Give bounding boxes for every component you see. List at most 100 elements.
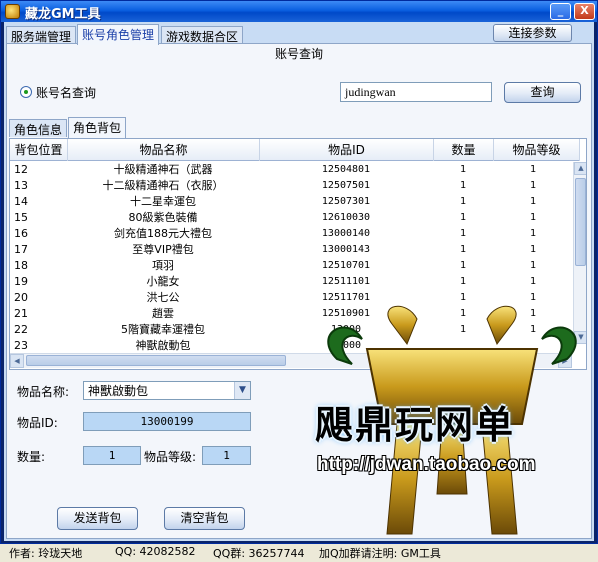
cell-bag-position: 12 [14, 163, 28, 176]
table-row[interactable]: 21 趙雲 12510901 1 1 [10, 306, 572, 322]
scroll-left-icon[interactable]: ◀ [10, 354, 24, 368]
cell-item-level: 1 [529, 164, 537, 175]
cell-bag-position: 15 [14, 211, 28, 224]
scroll-up-icon[interactable]: ▲ [574, 162, 586, 175]
cell-item-level [494, 338, 572, 354]
account-role-panel: 账号查询 账号名查询 judingwan 查询 角色信息 角色背包 背包位置 物… [6, 43, 592, 560]
cell-item-name: 十二級精通神石（衣服） [102, 179, 224, 192]
cell-item-name: 十二星幸運包 [130, 195, 196, 208]
header-item-level[interactable]: 物品等级 [494, 139, 580, 161]
table-row[interactable]: 19 小龍女 12511101 1 1 [10, 274, 572, 290]
cell-item-name: 小龍女 [146, 275, 180, 288]
minimize-button[interactable]: _ [550, 3, 571, 20]
quantity-field[interactable]: 1 [83, 446, 141, 465]
horizontal-scrollbar[interactable]: ◀ ▶ [10, 353, 572, 368]
item-name-label: 物品名称: [17, 385, 70, 399]
status-note: 加Q加群请注明: GM工具 [319, 547, 441, 560]
cell-item-name: 十級精通神石（武器 [113, 163, 213, 176]
cell-bag-position: 20 [14, 291, 28, 304]
cell-bag-position: 19 [14, 275, 28, 288]
cell-item-name: 剑充值188元大禮包 [114, 227, 212, 240]
cell-item-level: 1 [529, 324, 537, 335]
cell-item-level: 1 [529, 308, 537, 319]
cell-item-level: 1 [529, 212, 537, 223]
clear-bag-button[interactable]: 清空背包 [164, 507, 245, 530]
vertical-scrollbar[interactable]: ▲ ▼ [573, 162, 586, 344]
title-bar[interactable]: 藏龙GM工具 _ X [1, 1, 597, 22]
table-body: 12 十級精通神石（武器 12504801 1 1 13 十二級精通神石（衣服） 125075… [10, 162, 572, 354]
header-bag-position[interactable]: 背包位置 [10, 139, 68, 161]
tab-account-role-management[interactable]: 账号角色管理 [77, 24, 160, 45]
table-row[interactable]: 22 5階寶藏幸運禮包 13000 1 1 [10, 322, 572, 338]
cell-bag-position: 18 [14, 259, 28, 272]
table-row[interactable]: 17 至尊VIP禮包 13000143 1 1 [10, 242, 572, 258]
cell-item-name: 5階寶藏幸運禮包 [121, 323, 205, 336]
account-query-title: 账号查询 [275, 47, 324, 61]
cell-item-level: 1 [529, 196, 537, 207]
bag-table[interactable]: 背包位置 物品名称 物品ID 数量 物品等级 12 十級精通神石（武器 125048… [9, 138, 587, 370]
cell-item-id: 12511101 [321, 276, 371, 287]
item-id-label: 物品ID: [17, 416, 58, 430]
item-level-field[interactable]: 1 [202, 446, 251, 465]
app-window: 藏龙GM工具 _ X 服务端管理 账号角色管理 游戏数据合区 连接参数 账号查询… [0, 0, 598, 560]
cell-item-level: 1 [529, 276, 537, 287]
cell-item-id: 12511701 [321, 292, 371, 303]
item-id-field[interactable]: 13000199 [83, 412, 251, 431]
cell-item-id: 13000143 [321, 244, 371, 255]
account-name-radio-label[interactable]: 账号名查询 [36, 84, 96, 101]
horizontal-scroll-thumb[interactable] [26, 355, 286, 366]
table-row[interactable]: 16 剑充值188元大禮包 13000140 1 1 [10, 226, 572, 242]
scroll-right-icon[interactable]: ▶ [558, 354, 572, 368]
window-title: 藏龙GM工具 [25, 7, 101, 22]
item-name-selected-value: 神獸啟動包 [88, 384, 149, 398]
connection-params-button[interactable]: 连接参数 [493, 24, 572, 42]
item-name-select[interactable]: 神獸啟動包 ▼ [83, 381, 251, 400]
client-area: 服务端管理 账号角色管理 游戏数据合区 连接参数 账号查询 账号名查询 judi… [4, 22, 594, 560]
header-item-id[interactable]: 物品ID [260, 139, 434, 161]
tab-role-bag[interactable]: 角色背包 [68, 117, 127, 138]
cell-item-id: 12504801 [321, 164, 371, 175]
status-author: 作者: 玲珑天地 [9, 547, 83, 560]
status-bar: 作者: 玲珑天地 QQ: 42082582 QQ群: 36257744 加Q加群… [9, 542, 595, 562]
table-row[interactable]: 20 洪七公 12511701 1 1 [10, 290, 572, 306]
table-row[interactable]: 14 十二星幸運包 12507301 1 1 [10, 194, 572, 210]
cell-quantity: 1 [459, 196, 467, 207]
cell-item-level: 1 [529, 292, 537, 303]
cell-item-id: 13000 [330, 340, 362, 351]
header-item-name[interactable]: 物品名称 [68, 139, 260, 161]
cell-item-name: 項羽 [152, 259, 174, 272]
cell-item-level: 1 [529, 228, 537, 239]
quantity-label: 数量: [17, 450, 46, 464]
cell-quantity: 1 [459, 228, 467, 239]
send-to-bag-button[interactable]: 发送背包 [57, 507, 138, 530]
table-row[interactable]: 13 十二級精通神石（衣服） 12507501 1 1 [10, 178, 572, 194]
cell-item-id: 13000140 [321, 228, 371, 239]
tab-server-management[interactable]: 服务端管理 [6, 26, 77, 44]
status-qq-group: QQ群: 36257744 [213, 547, 305, 560]
close-button[interactable]: X [574, 3, 595, 20]
cell-quantity: 1 [459, 244, 467, 255]
account-name-radio[interactable] [20, 86, 32, 98]
item-level-label: 物品等级: [144, 450, 197, 464]
vertical-scroll-thumb[interactable] [575, 178, 586, 266]
table-row[interactable]: 12 十級精通神石（武器 12504801 1 1 [10, 162, 572, 178]
table-header: 背包位置 物品名称 物品ID 数量 物品等级 [10, 139, 580, 161]
table-row[interactable]: 15 80級紫色裝備 12610030 1 1 [10, 210, 572, 226]
header-quantity[interactable]: 数量 [434, 139, 494, 161]
table-row[interactable]: 23 神獸啟動包 13000 [10, 338, 572, 354]
cell-quantity: 1 [459, 324, 467, 335]
cell-item-name: 80級紫色裝備 [128, 211, 198, 224]
account-name-input[interactable]: judingwan [340, 82, 492, 102]
cell-item-name: 洪七公 [146, 291, 180, 304]
cell-item-id: 12510701 [321, 260, 371, 271]
cell-item-name: 神獸啟動包 [135, 339, 191, 352]
cell-item-level: 1 [529, 180, 537, 191]
tab-role-info[interactable]: 角色信息 [9, 119, 68, 137]
cell-quantity: 1 [459, 164, 467, 175]
table-row[interactable]: 18 項羽 12510701 1 1 [10, 258, 572, 274]
chevron-down-icon[interactable]: ▼ [234, 382, 250, 399]
scroll-down-icon[interactable]: ▼ [574, 331, 586, 344]
cell-quantity: 1 [459, 292, 467, 303]
query-button[interactable]: 查询 [504, 82, 581, 103]
tab-game-data-merge[interactable]: 游戏数据合区 [161, 26, 244, 44]
